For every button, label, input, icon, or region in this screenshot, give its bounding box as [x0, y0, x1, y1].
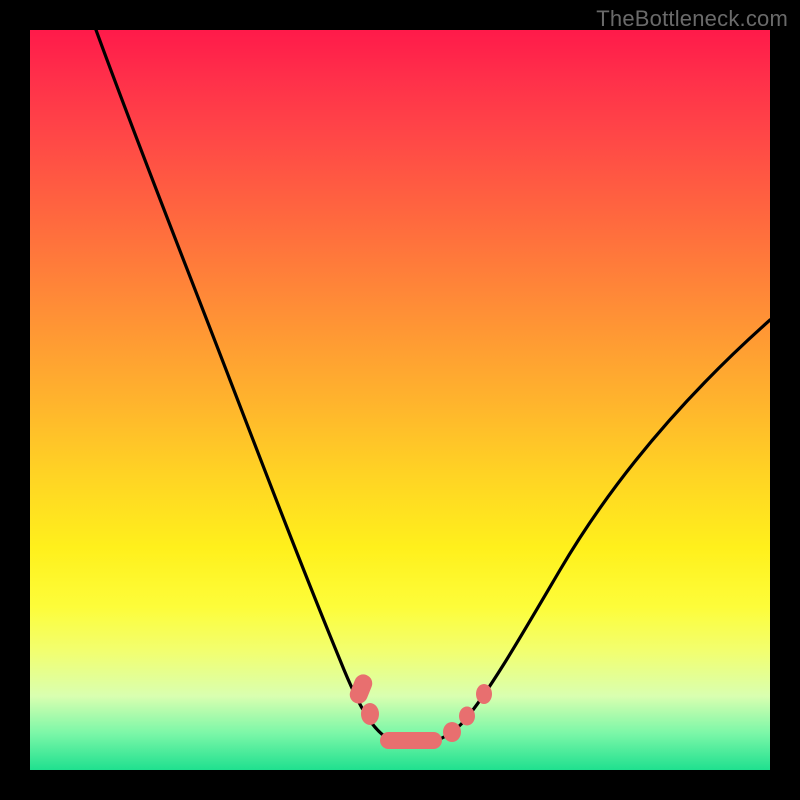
- marker: [361, 703, 379, 725]
- marker: [443, 722, 461, 742]
- marker-group: [347, 672, 492, 749]
- marker: [459, 707, 475, 726]
- chart-svg: [30, 30, 770, 770]
- watermark-text: TheBottleneck.com: [596, 6, 788, 32]
- valley-curve: [96, 30, 770, 744]
- marker: [476, 684, 492, 704]
- marker: [380, 732, 442, 749]
- plot-area: [30, 30, 770, 770]
